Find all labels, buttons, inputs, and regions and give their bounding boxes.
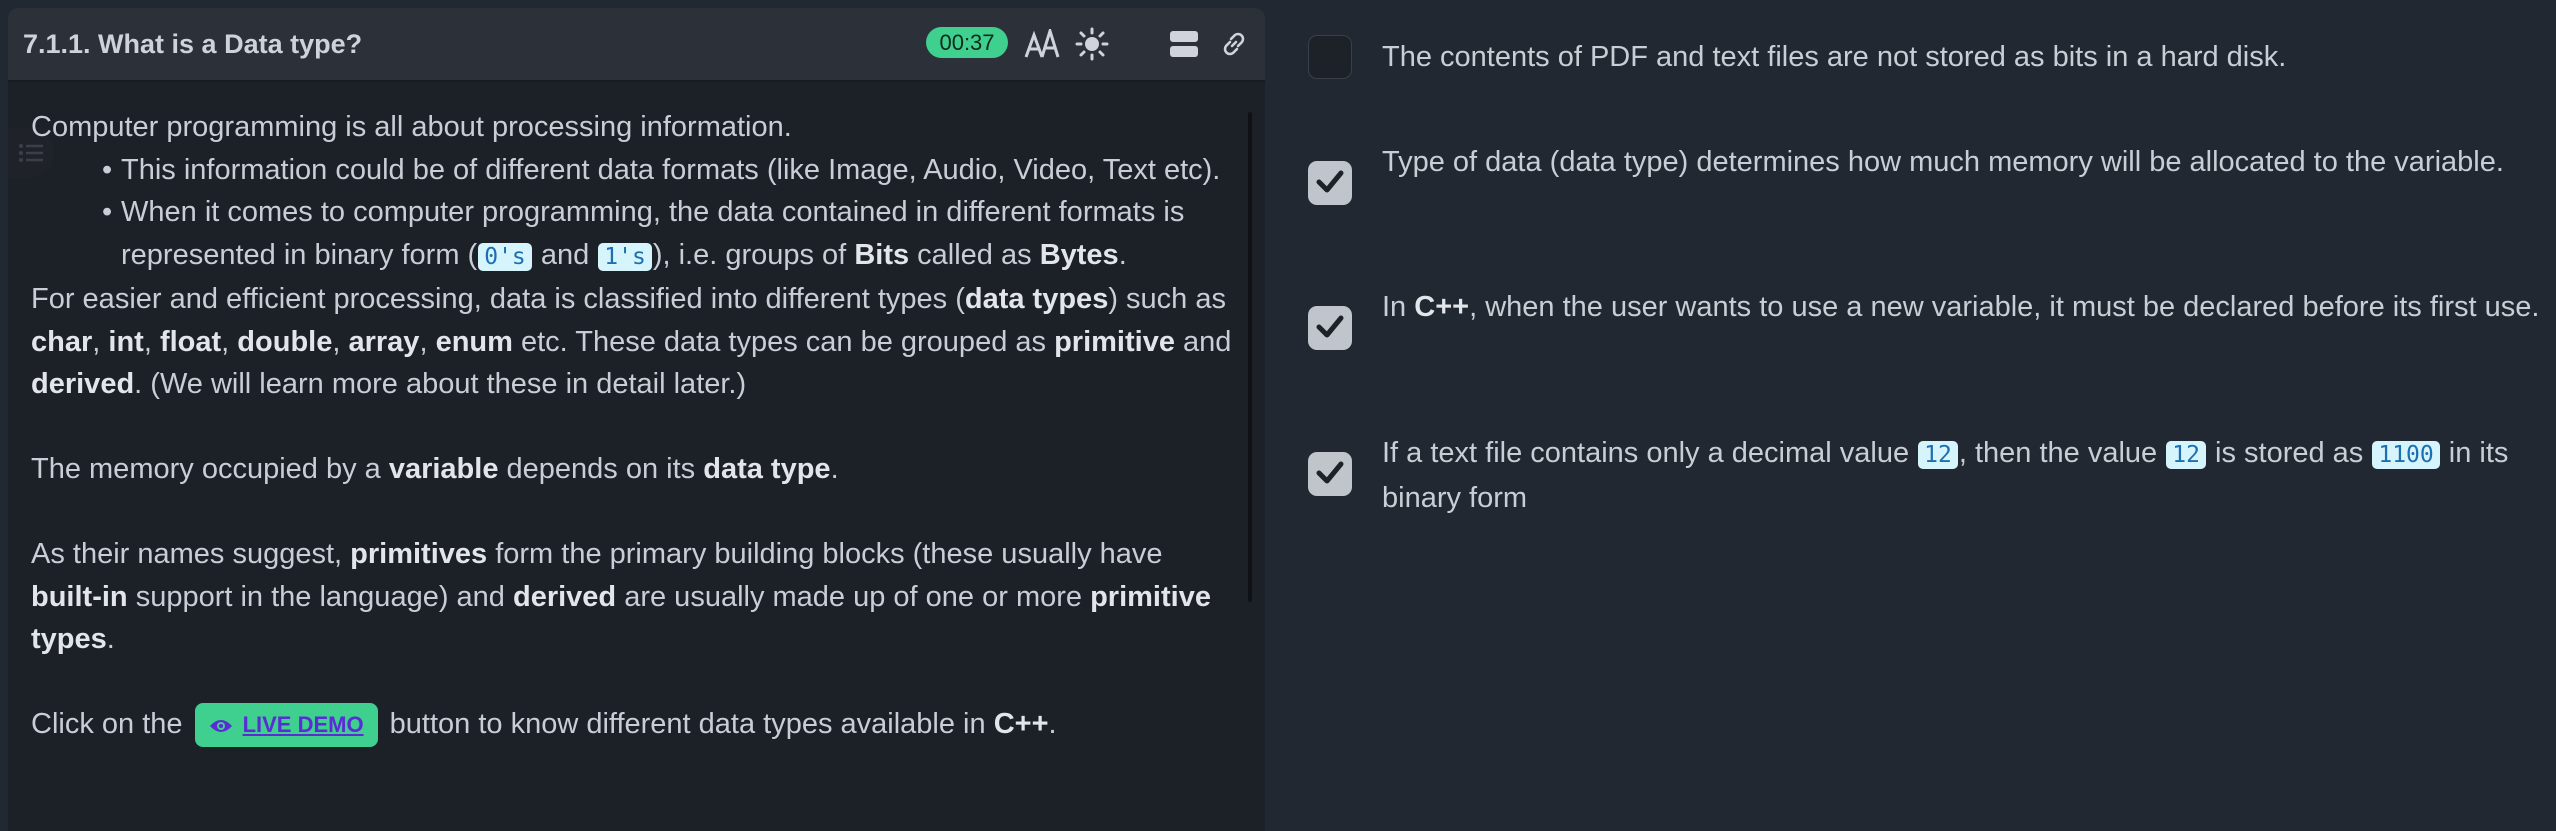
text: is stored as [2206, 437, 2372, 469]
inline-code: 1100 [2372, 441, 2440, 469]
bold-term: double [237, 325, 333, 358]
timer-badge: 00:37 [926, 27, 1008, 58]
bold-term: primitive [1054, 325, 1175, 358]
text: and [532, 238, 598, 271]
bold-term: derived [31, 368, 135, 400]
text: and [1174, 325, 1232, 358]
inline-code: 1's [598, 242, 652, 271]
text: ), i.e. groups of [652, 238, 855, 271]
text: Click on the [31, 708, 191, 740]
text: If a text file contains only a decimal v… [1382, 437, 1918, 469]
bold-term: Bytes [1039, 238, 1119, 271]
bold-term: int [108, 325, 144, 358]
answer-checkbox[interactable] [1308, 306, 1352, 350]
text: button to know different data types avai… [381, 708, 994, 740]
bold-term: char [31, 325, 93, 358]
bold-term: derived [512, 580, 617, 613]
answer-checkbox[interactable] [1308, 35, 1352, 79]
live-demo-button[interactable]: LIVE DEMO [194, 703, 378, 749]
bold-term: C++ [1414, 291, 1470, 323]
bold-term: primitives [350, 538, 488, 570]
text: . [1118, 238, 1127, 271]
text: , [221, 325, 238, 358]
lesson-header: 7.1.1. What is a Data type? 00:37 [8, 8, 1265, 82]
text: support in the language) and [127, 580, 513, 613]
text: etc. These data types can be grouped as [512, 325, 1055, 358]
bold-term: array [348, 325, 420, 358]
text: In [1382, 291, 1415, 323]
paragraph: For easier and efficient processing, dat… [31, 278, 1236, 406]
inline-code: 0's [478, 242, 532, 271]
quiz-item-text: If a text file contains only a decimal v… [1382, 432, 2542, 519]
content-scrollbar[interactable] [1248, 112, 1252, 602]
layout-icon[interactable] [1164, 26, 1204, 62]
quiz-item-text: In C++, when the user wants to use a new… [1382, 286, 2542, 329]
bold-term: data types [964, 283, 1109, 315]
lesson-content: Computer programming is all about proces… [31, 106, 1236, 831]
paragraph: The memory occupied by a variable depend… [31, 448, 1236, 491]
check-icon [1316, 460, 1344, 489]
text: For easier and efficient processing, dat… [31, 283, 965, 315]
text: , then the value [1958, 437, 2166, 469]
text: , [143, 325, 160, 358]
quiz-item-text: Type of data (data type) determines how … [1382, 146, 2504, 178]
text: . (We will learn more about these in det… [134, 368, 747, 400]
list-item: When it comes to computer programming, t… [102, 191, 1236, 278]
bold-term: float [159, 325, 222, 358]
text: called as [909, 238, 1040, 271]
bold-term: variable [388, 453, 499, 485]
text: . [1048, 708, 1057, 740]
bullet-list: This information could be of different d… [31, 149, 1236, 279]
paragraph: Click on the LIVE DEMO button to know di… [31, 703, 1236, 749]
eye-icon [209, 705, 233, 749]
answer-checkbox[interactable] [1308, 161, 1352, 205]
text: depends on its [498, 453, 704, 485]
check-icon [1316, 314, 1344, 343]
text: , when the user wants to use a new varia… [1469, 291, 2540, 323]
text: , [332, 325, 349, 358]
font-size-icon[interactable] [1022, 26, 1062, 62]
text: . [830, 453, 839, 485]
text: The memory occupied by a [31, 453, 389, 485]
check-icon [1316, 169, 1344, 198]
intro-text: Computer programming is all about proces… [31, 111, 792, 143]
bold-term: Bits [854, 238, 910, 271]
bold-term: data type [703, 453, 831, 485]
lesson-panel: 7.1.1. What is a Data type? 00:37 Comput… [8, 8, 1265, 831]
answer-checkbox[interactable] [1308, 452, 1352, 496]
quiz-panel: The contents of PDF and text files are n… [1266, 0, 2556, 831]
lesson-title: 7.1.1. What is a Data type? [23, 29, 363, 59]
bold-term: enum [435, 325, 513, 358]
live-demo-label: LIVE DEMO [242, 712, 364, 738]
link-icon[interactable] [1214, 26, 1254, 62]
sun-icon[interactable] [1072, 26, 1112, 62]
text: , [92, 325, 109, 358]
list-item: This information could be of different d… [102, 149, 1236, 192]
bold-term: C++ [993, 708, 1049, 740]
text: . [106, 623, 115, 655]
paragraph: As their names suggest, primitives form … [31, 533, 1236, 661]
text: As their names suggest, [31, 538, 351, 570]
text: , [419, 325, 436, 358]
inline-code: 12 [2166, 441, 2206, 469]
text: form the primary building blocks (these … [487, 538, 1163, 570]
inline-code: 12 [1918, 441, 1958, 469]
text: ) such as [1108, 283, 1226, 315]
quiz-item-text: The contents of PDF and text files are n… [1382, 41, 2287, 73]
bold-term: built-in [31, 580, 128, 613]
text: are usually made up of one or more [616, 580, 1091, 613]
